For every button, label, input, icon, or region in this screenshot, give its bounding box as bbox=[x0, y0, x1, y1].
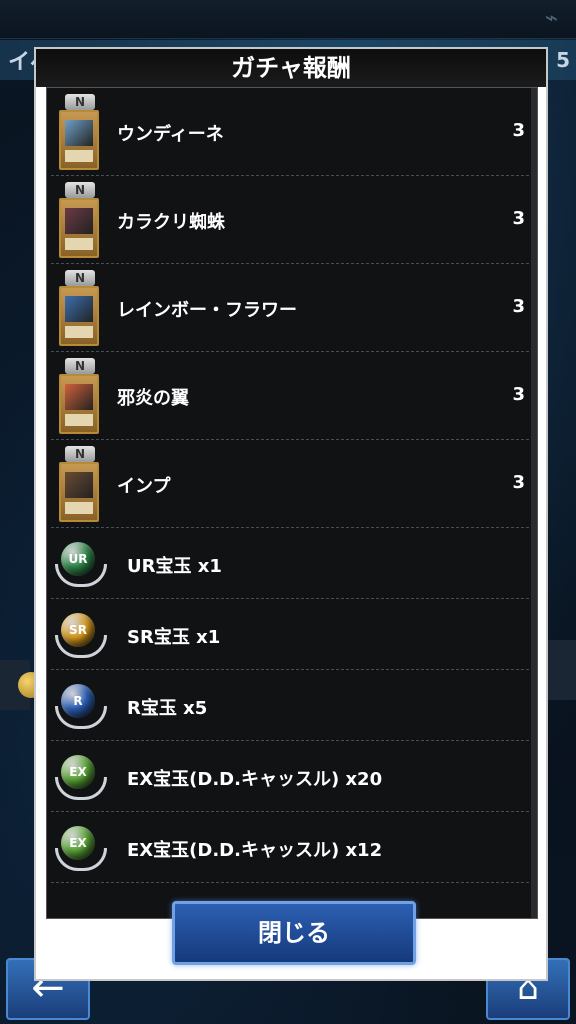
card-thumbnail bbox=[59, 286, 99, 346]
orb-name: UR宝玉 x1 bbox=[127, 556, 222, 577]
offline-icon: ⌁ bbox=[544, 6, 558, 31]
orb-ball: EX bbox=[61, 755, 95, 789]
scrollbar[interactable] bbox=[531, 88, 537, 918]
orb-ball: EX bbox=[61, 826, 95, 860]
rarity-badge: N bbox=[65, 358, 95, 374]
card-text-box bbox=[65, 502, 93, 514]
background-topbar bbox=[0, 0, 576, 39]
card-thumbnail bbox=[59, 110, 99, 170]
background-header-number: 5 bbox=[556, 48, 570, 72]
reward-row-orb: UR UR宝玉 x1 bbox=[47, 528, 537, 599]
card-name: ウンディーネ bbox=[117, 124, 224, 145]
orb-ball: UR bbox=[61, 542, 95, 576]
card-quantity: 3 bbox=[512, 208, 525, 229]
card-name: レインボー・フラワー bbox=[117, 300, 297, 321]
card-thumbnail bbox=[59, 462, 99, 522]
card-text-box bbox=[65, 150, 93, 162]
reward-row-orb: EX EX宝玉(D.D.キャッスル) x20 bbox=[47, 741, 537, 812]
close-button[interactable]: 閉じる bbox=[172, 901, 416, 965]
orb-icon: R bbox=[55, 682, 107, 729]
scrollbar-thumb[interactable] bbox=[531, 88, 537, 918]
card-text-box bbox=[65, 326, 93, 338]
card-thumbnail bbox=[59, 198, 99, 258]
card-art bbox=[65, 472, 93, 498]
card-name: カラクリ蜘蛛 bbox=[117, 212, 225, 233]
background-side-tab-right bbox=[546, 640, 576, 700]
gacha-reward-dialog: ガチャ報酬 N ウンディーネ 3 N カラクリ蜘蛛 3 N レインボー・フラワー… bbox=[34, 47, 548, 981]
orb-icon: SR bbox=[55, 611, 107, 658]
orb-name: EX宝玉(D.D.キャッスル) x12 bbox=[127, 840, 383, 861]
reward-row-card: N 邪炎の翼 3 bbox=[47, 352, 537, 440]
orb-name: R宝玉 x5 bbox=[127, 698, 208, 719]
orb-ball: SR bbox=[61, 613, 95, 647]
reward-row-card: N インプ 3 bbox=[47, 440, 537, 528]
card-art bbox=[65, 296, 93, 322]
card-quantity: 3 bbox=[512, 472, 525, 493]
reward-row-orb: EX EX宝玉(D.D.キャッスル) x12 bbox=[47, 812, 537, 883]
card-art bbox=[65, 120, 93, 146]
dialog-title: ガチャ報酬 bbox=[231, 54, 351, 82]
orb-icon: UR bbox=[55, 540, 107, 587]
rarity-badge: N bbox=[65, 94, 95, 110]
orb-ball: R bbox=[61, 684, 95, 718]
card-quantity: 3 bbox=[512, 384, 525, 405]
card-name: インプ bbox=[117, 476, 171, 497]
reward-row-card: N レインボー・フラワー 3 bbox=[47, 264, 537, 352]
orb-icon: EX bbox=[55, 824, 107, 871]
card-art bbox=[65, 384, 93, 410]
card-name: 邪炎の翼 bbox=[117, 388, 189, 409]
card-text-box bbox=[65, 238, 93, 250]
card-text-box bbox=[65, 414, 93, 426]
orb-name: EX宝玉(D.D.キャッスル) x20 bbox=[127, 769, 383, 790]
card-art bbox=[65, 208, 93, 234]
rarity-badge: N bbox=[65, 446, 95, 462]
reward-row-orb: SR SR宝玉 x1 bbox=[47, 599, 537, 670]
reward-row-card: N カラクリ蜘蛛 3 bbox=[47, 176, 537, 264]
card-thumbnail bbox=[59, 374, 99, 434]
rarity-badge: N bbox=[65, 270, 95, 286]
reward-row-card: N ウンディーネ 3 bbox=[47, 88, 537, 176]
card-quantity: 3 bbox=[512, 296, 525, 317]
rarity-badge: N bbox=[65, 182, 95, 198]
card-quantity: 3 bbox=[512, 120, 525, 141]
reward-list[interactable]: N ウンディーネ 3 N カラクリ蜘蛛 3 N レインボー・フラワー 3 N 邪… bbox=[46, 87, 538, 919]
row-divider bbox=[51, 882, 529, 883]
reward-row-orb: R R宝玉 x5 bbox=[47, 670, 537, 741]
orb-name: SR宝玉 x1 bbox=[127, 627, 221, 648]
orb-icon: EX bbox=[55, 753, 107, 800]
